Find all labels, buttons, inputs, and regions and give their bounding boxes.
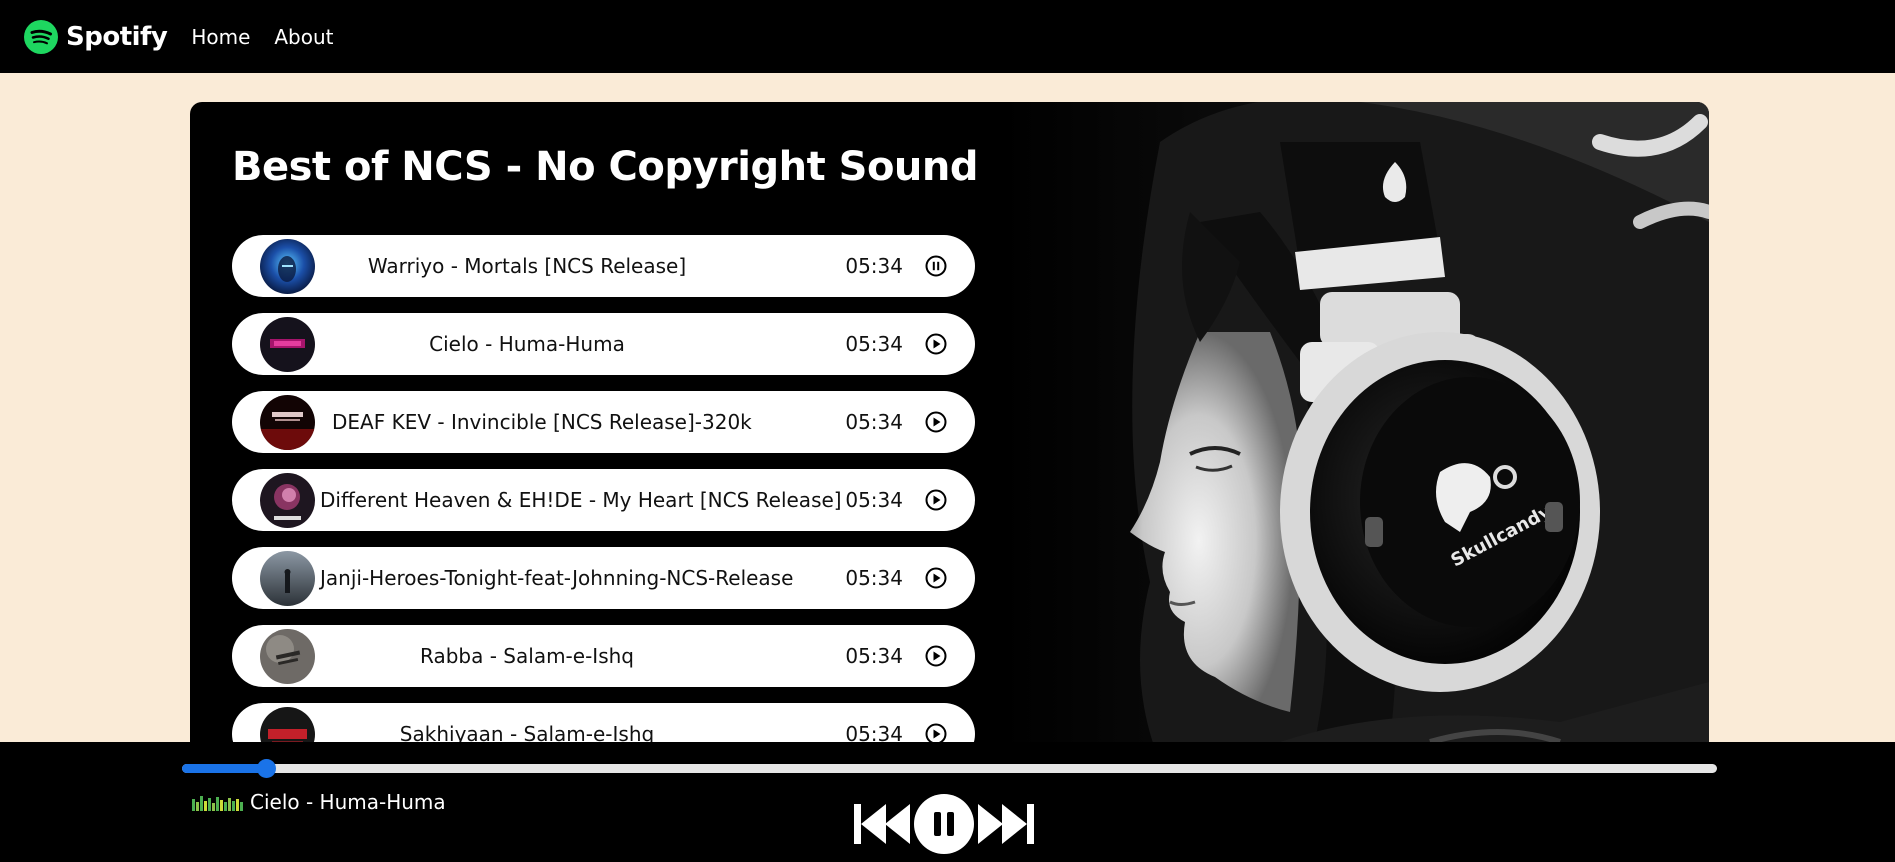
song-duration: 05:34 xyxy=(845,644,903,668)
spotify-logo-icon xyxy=(24,19,58,54)
song-cover-image xyxy=(260,629,315,684)
song-cover-image xyxy=(260,395,315,450)
song-duration: 05:34 xyxy=(845,254,903,278)
song-title: DEAF KEV - Invincible [NCS Release]-320k xyxy=(332,410,752,434)
song-duration: 05:34 xyxy=(845,488,903,512)
now-playing: Cielo - Huma-Huma xyxy=(192,790,446,814)
progress-bar[interactable] xyxy=(182,759,1717,778)
song-duration: 05:34 xyxy=(845,566,903,590)
song-title: Cielo - Huma-Huma xyxy=(429,332,625,356)
background-photo: Skullcandy xyxy=(1000,102,1709,802)
song-item[interactable]: DEAF KEV - Invincible [NCS Release]-320k… xyxy=(232,391,975,453)
brand-name: Spotify xyxy=(66,21,168,52)
play-circle-icon[interactable] xyxy=(925,411,947,433)
playback-controls xyxy=(852,792,1036,856)
navbar: Spotify Home About xyxy=(0,0,1895,73)
song-cover-image xyxy=(260,473,315,528)
song-cover-image xyxy=(260,239,315,294)
song-item[interactable]: Janji-Heroes-Tonight-feat-Johnning-NCS-R… xyxy=(232,547,975,609)
song-cover-image xyxy=(260,551,315,606)
playlist-title: Best of NCS - No Copyright Sound xyxy=(232,144,979,190)
song-title: Janji-Heroes-Tonight-feat-Johnning-NCS-R… xyxy=(320,566,794,590)
progress-thumb[interactable] xyxy=(257,759,276,778)
play-circle-icon[interactable] xyxy=(925,645,947,667)
song-cover-image xyxy=(260,317,315,372)
song-item[interactable]: Warriyo - Mortals [NCS Release] 05:34 xyxy=(232,235,975,297)
playlist-container: Best of NCS - No Copyright Sound Warriyo… xyxy=(190,102,1709,802)
next-icon[interactable] xyxy=(976,798,1036,850)
song-list: Warriyo - Mortals [NCS Release] 05:34 Ci… xyxy=(232,235,975,781)
song-item[interactable]: Different Heaven & EH!DE - My Heart [NCS… xyxy=(232,469,975,531)
nav-link-about[interactable]: About xyxy=(274,25,333,49)
pause-icon[interactable] xyxy=(912,792,976,856)
previous-icon[interactable] xyxy=(852,798,912,850)
play-circle-icon[interactable] xyxy=(925,333,947,355)
player-bar: Cielo - Huma-Huma xyxy=(0,742,1895,862)
song-duration: 05:34 xyxy=(845,410,903,434)
nav-link-home[interactable]: Home xyxy=(191,25,250,49)
pause-circle-icon[interactable] xyxy=(925,255,947,277)
song-title: Different Heaven & EH!DE - My Heart [NCS… xyxy=(320,488,842,512)
play-circle-icon[interactable] xyxy=(925,567,947,589)
song-item[interactable]: Rabba - Salam-e-Ishq 05:34 xyxy=(232,625,975,687)
song-title: Warriyo - Mortals [NCS Release] xyxy=(367,254,687,278)
progress-fill xyxy=(182,764,266,773)
spotify-logo[interactable]: Spotify xyxy=(24,19,168,54)
play-circle-icon[interactable] xyxy=(925,489,947,511)
equalizer-icon xyxy=(192,796,243,811)
song-item[interactable]: Cielo - Huma-Huma 05:34 xyxy=(232,313,975,375)
song-duration: 05:34 xyxy=(845,332,903,356)
now-playing-title: Cielo - Huma-Huma xyxy=(250,790,446,814)
song-title: Rabba - Salam-e-Ishq xyxy=(420,644,634,668)
